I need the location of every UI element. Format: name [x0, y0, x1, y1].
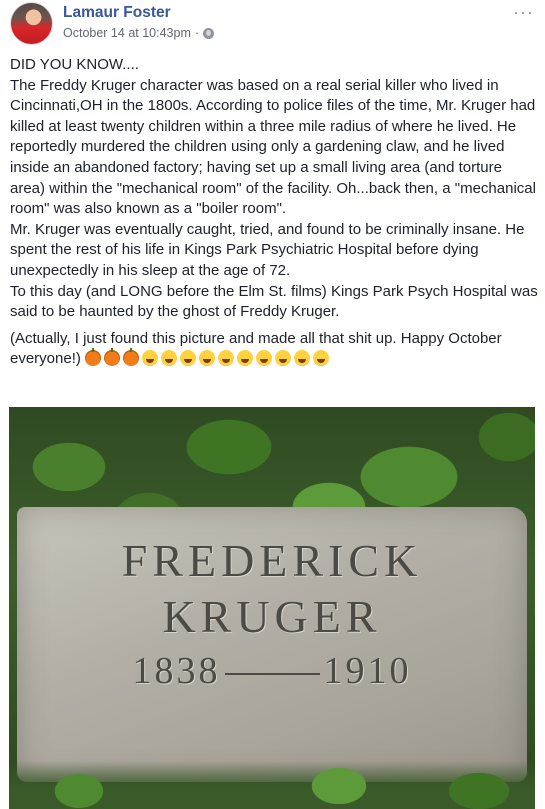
meta-separator: · — [194, 26, 200, 40]
date-dash — [224, 673, 320, 676]
laugh-emoji-icon — [313, 350, 330, 367]
ivy-leaves — [9, 761, 535, 809]
laugh-emoji-icon — [237, 350, 254, 367]
birth-year: 1838 — [132, 650, 221, 692]
post-closing: (Actually, I just found this picture and… — [10, 329, 538, 370]
post-paragraph: DID YOU KNOW.... — [10, 56, 139, 73]
pumpkin-emoji-icon — [123, 348, 140, 367]
author-avatar[interactable] — [10, 2, 53, 45]
engraving-dates: 1838 1910 — [9, 649, 535, 693]
author-name[interactable]: Lamaur Foster — [63, 4, 171, 22]
laugh-emoji-icon — [294, 350, 311, 367]
engraving-last-name: KRUGER — [162, 591, 382, 642]
post-photo[interactable]: FREDERICK KRUGER 1838 1910 — [9, 407, 535, 809]
post-text: DID YOU KNOW.... The Freddy Kruger chara… — [10, 55, 538, 370]
laugh-emoji-icon — [218, 350, 235, 367]
emoji-row — [85, 348, 332, 367]
facebook-post: Lamaur Foster October 14 at 10:43pm · ··… — [0, 0, 545, 809]
laugh-emoji-icon — [180, 350, 197, 367]
death-year: 1910 — [323, 650, 412, 692]
post-paragraph: Mr. Kruger was eventually caught, tried,… — [10, 220, 525, 279]
laugh-emoji-icon — [161, 350, 178, 367]
globe-icon[interactable] — [203, 27, 215, 39]
post-header: Lamaur Foster October 14 at 10:43pm · ··… — [10, 2, 540, 46]
pumpkin-emoji-icon — [104, 348, 121, 367]
laugh-emoji-icon — [275, 350, 292, 367]
laugh-emoji-icon — [142, 350, 159, 367]
post-paragraph: The Freddy Kruger character was based on… — [10, 76, 536, 218]
post-timestamp[interactable]: October 14 at 10:43pm — [63, 26, 191, 40]
laugh-emoji-icon — [256, 350, 273, 367]
laugh-emoji-icon — [199, 350, 216, 367]
more-options-icon[interactable]: ··· — [513, 2, 534, 23]
engraving-first-name: FREDERICK — [121, 535, 423, 586]
post-meta: October 14 at 10:43pm · — [63, 26, 215, 40]
pumpkin-emoji-icon — [85, 348, 102, 367]
post-paragraph: To this day (and LONG before the Elm St.… — [10, 282, 538, 321]
